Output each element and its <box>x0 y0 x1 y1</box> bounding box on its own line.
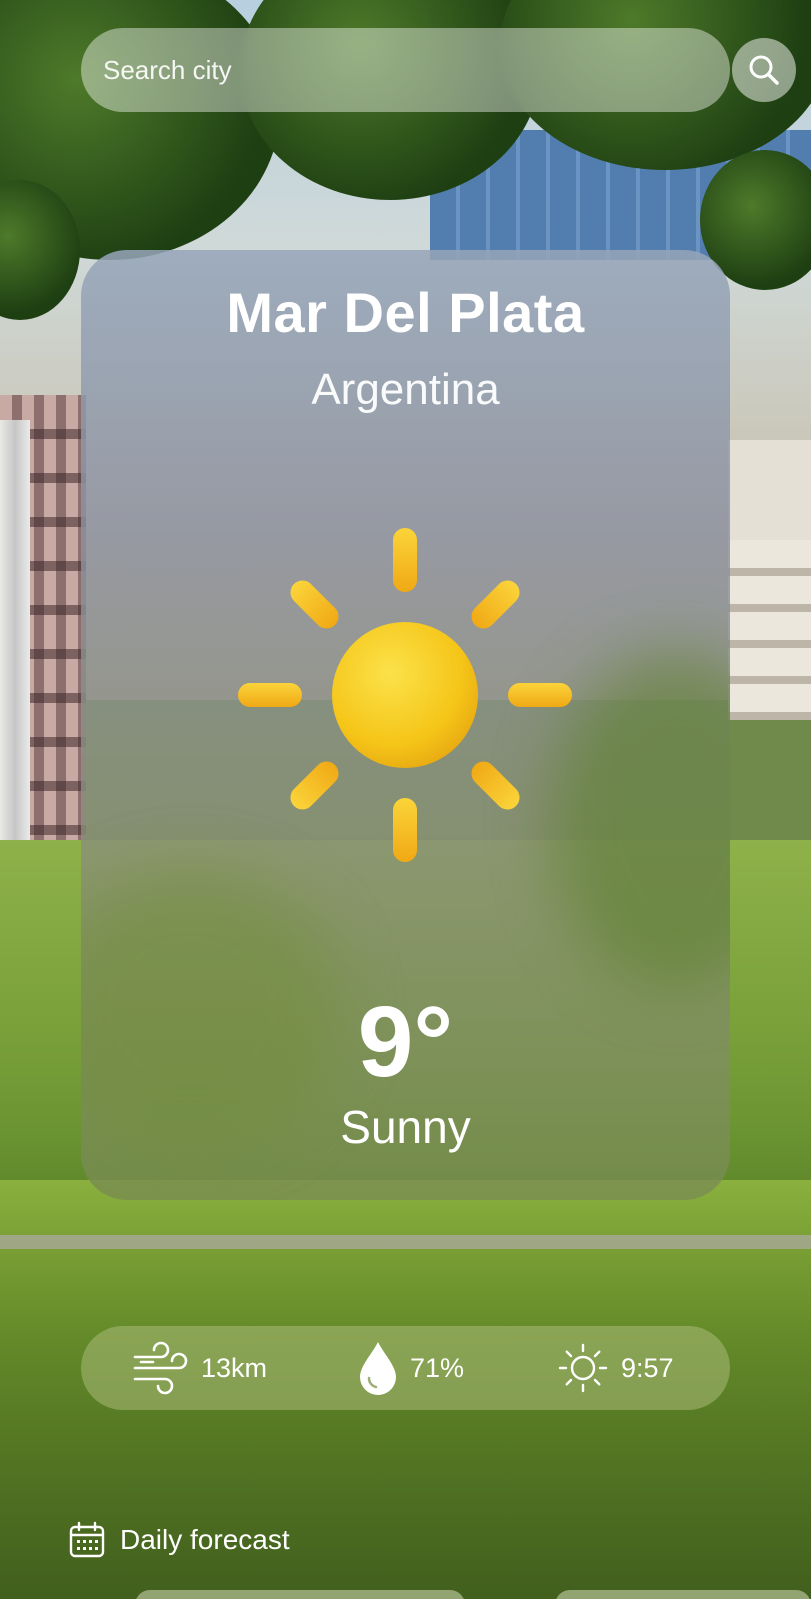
temperature: 9° <box>357 986 454 1098</box>
weather-stats-bar: 13km 71% 9:57 <box>81 1326 730 1410</box>
city-name: Mar Del Plata <box>226 281 585 344</box>
country-name: Argentina <box>311 365 500 414</box>
forecast-card[interactable] <box>135 1590 465 1599</box>
weather-condition: Sunny <box>340 1101 471 1153</box>
sun-outline-icon <box>558 1343 608 1393</box>
daily-forecast-label: Daily forecast <box>120 1524 290 1555</box>
wind-icon <box>133 1341 188 1395</box>
wind-value: 13km <box>201 1352 268 1383</box>
daily-forecast-header[interactable]: Daily forecast <box>68 1520 290 1560</box>
sunrise-stat: 9:57 <box>557 1326 674 1410</box>
droplet-icon <box>360 1342 396 1395</box>
forecast-card[interactable] <box>555 1590 811 1599</box>
search-button[interactable] <box>732 38 796 102</box>
weather-card: Mar Del Plata Argentina 9° Sunny <box>81 250 730 1200</box>
search-bar <box>81 28 796 112</box>
wind-stat: 13km <box>131 1326 267 1410</box>
search-input[interactable] <box>103 48 623 92</box>
sunrise-value: 9:57 <box>621 1352 674 1383</box>
sun-icon <box>238 528 572 862</box>
humidity-value: 71% <box>410 1352 465 1383</box>
humidity-stat: 71% <box>358 1326 464 1410</box>
calendar-icon <box>69 1521 105 1558</box>
search-icon <box>749 55 779 85</box>
